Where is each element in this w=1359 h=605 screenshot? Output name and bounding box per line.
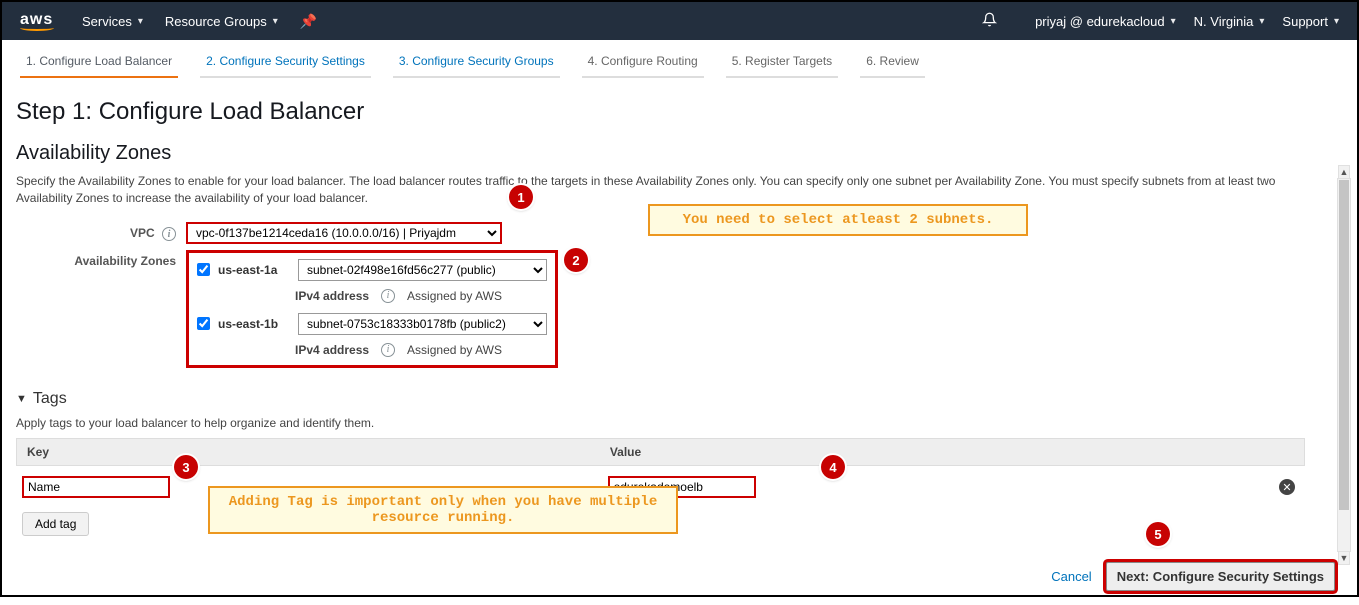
resource-groups-menu[interactable]: Resource Groups ▾ — [165, 14, 278, 29]
region-label: N. Virginia — [1194, 14, 1254, 29]
services-menu[interactable]: Services ▾ — [82, 14, 143, 29]
footer-actions: Cancel Next: Configure Security Settings — [1051, 562, 1335, 591]
aws-logo[interactable]: aws — [20, 11, 54, 31]
caret-down-icon: ▾ — [1171, 16, 1176, 27]
cancel-button[interactable]: Cancel — [1051, 569, 1091, 584]
scroll-down-icon[interactable]: ▼ — [1338, 551, 1350, 565]
notifications-icon[interactable] — [982, 12, 997, 31]
callout-3: 3 — [174, 455, 198, 479]
ipv4-line: IPv4 address i Assigned by AWS — [295, 343, 547, 357]
vpc-label-text: VPC — [130, 226, 155, 240]
az-name: us-east-1b — [218, 317, 298, 331]
caret-down-icon: ▾ — [1334, 16, 1339, 27]
az-section-desc: Specify the Availability Zones to enable… — [16, 173, 1306, 208]
subnet-select-1b[interactable]: subnet-0753c18333b0178fb (public2) — [298, 313, 547, 335]
scrollbar-thumb[interactable] — [1339, 180, 1349, 510]
ipv4-value: Assigned by AWS — [407, 289, 502, 303]
callout-4: 4 — [821, 455, 845, 479]
az-zone-row: us-east-1a subnet-02f498e16fd56c277 (pub… — [197, 259, 547, 281]
az-name: us-east-1a — [218, 263, 298, 277]
note-tags: Adding Tag is important only when you ha… — [208, 486, 678, 534]
wizard-steps: 1. Configure Load Balancer 2. Configure … — [2, 40, 1357, 78]
subnet-select-1a[interactable]: subnet-02f498e16fd56c277 (public) — [298, 259, 547, 281]
tags-title: Tags — [33, 390, 67, 408]
scrollbar[interactable]: ▲ ▼ — [1337, 178, 1351, 552]
add-tag-button[interactable]: Add tag — [22, 512, 89, 536]
wizard-step-3[interactable]: 3. Configure Security Groups — [393, 50, 560, 78]
triangle-down-icon: ▼ — [16, 393, 27, 405]
caret-down-icon: ▾ — [273, 16, 278, 27]
wizard-step-2[interactable]: 2. Configure Security Settings — [200, 50, 371, 78]
tags-table-header: Key Value — [16, 438, 1305, 466]
region-menu[interactable]: N. Virginia ▾ — [1194, 14, 1265, 29]
ipv4-value: Assigned by AWS — [407, 343, 502, 357]
az-section-title: Availability Zones — [16, 142, 1335, 165]
next-button[interactable]: Next: Configure Security Settings — [1106, 562, 1335, 591]
info-icon[interactable]: i — [162, 227, 176, 241]
support-menu[interactable]: Support ▾ — [1282, 14, 1339, 29]
callout-2: 2 — [564, 248, 588, 272]
tag-key-input[interactable] — [22, 476, 170, 498]
pin-icon[interactable]: 📌 — [300, 13, 317, 30]
wizard-step-1[interactable]: 1. Configure Load Balancer — [20, 50, 178, 78]
scroll-up-icon[interactable]: ▲ — [1338, 165, 1350, 179]
note-subnets: You need to select atleast 2 subnets. — [648, 204, 1028, 236]
az-box: us-east-1a subnet-02f498e16fd56c277 (pub… — [186, 250, 558, 368]
ipv4-label: IPv4 address — [295, 343, 369, 357]
services-label: Services — [82, 14, 132, 29]
tags-toggle[interactable]: ▼ Tags — [16, 390, 1335, 408]
info-icon[interactable]: i — [381, 343, 395, 357]
az-checkbox-1b[interactable] — [197, 317, 210, 330]
caret-down-icon: ▾ — [1259, 16, 1264, 27]
wizard-step-6[interactable]: 6. Review — [860, 50, 925, 78]
account-menu[interactable]: priyaj @ edurekacloud ▾ — [1035, 14, 1176, 29]
vpc-select[interactable]: vpc-0f137be1214ceda16 (10.0.0.0/16) | Pr… — [186, 222, 502, 244]
tag-value-cell — [608, 476, 1245, 498]
callout-1: 1 — [509, 185, 533, 209]
az-zone-row: us-east-1b subnet-0753c18333b0178fb (pub… — [197, 313, 547, 335]
caret-down-icon: ▾ — [138, 16, 143, 27]
az-label: Availability Zones — [16, 250, 186, 268]
callout-5: 5 — [1146, 522, 1170, 546]
wizard-step-5[interactable]: 5. Register Targets — [726, 50, 839, 78]
ipv4-label: IPv4 address — [295, 289, 369, 303]
az-form: VPC i vpc-0f137be1214ceda16 (10.0.0.0/16… — [16, 222, 1335, 368]
account-label: priyaj @ edurekacloud — [1035, 14, 1165, 29]
tag-remove-cell: ✕ — [1244, 479, 1295, 496]
tags-desc: Apply tags to your load balancer to help… — [16, 416, 1335, 430]
th-value: Value — [610, 445, 1244, 459]
ipv4-line: IPv4 address i Assigned by AWS — [295, 289, 547, 303]
wizard-step-4[interactable]: 4. Configure Routing — [582, 50, 704, 78]
remove-tag-icon[interactable]: ✕ — [1279, 479, 1295, 495]
top-nav: aws Services ▾ Resource Groups ▾ 📌 priya… — [2, 2, 1357, 40]
th-key: Key — [27, 445, 610, 459]
support-label: Support — [1282, 14, 1328, 29]
resource-groups-label: Resource Groups — [165, 14, 267, 29]
az-row: Availability Zones us-east-1a subnet-02f… — [16, 250, 1335, 368]
az-checkbox-1a[interactable] — [197, 263, 210, 276]
page-title: Step 1: Configure Load Balancer — [16, 98, 1335, 126]
aws-logo-text: aws — [20, 11, 53, 28]
page-body: Step 1: Configure Load Balancer Availabi… — [2, 78, 1357, 605]
info-icon[interactable]: i — [381, 289, 395, 303]
vpc-label: VPC i — [16, 222, 186, 242]
